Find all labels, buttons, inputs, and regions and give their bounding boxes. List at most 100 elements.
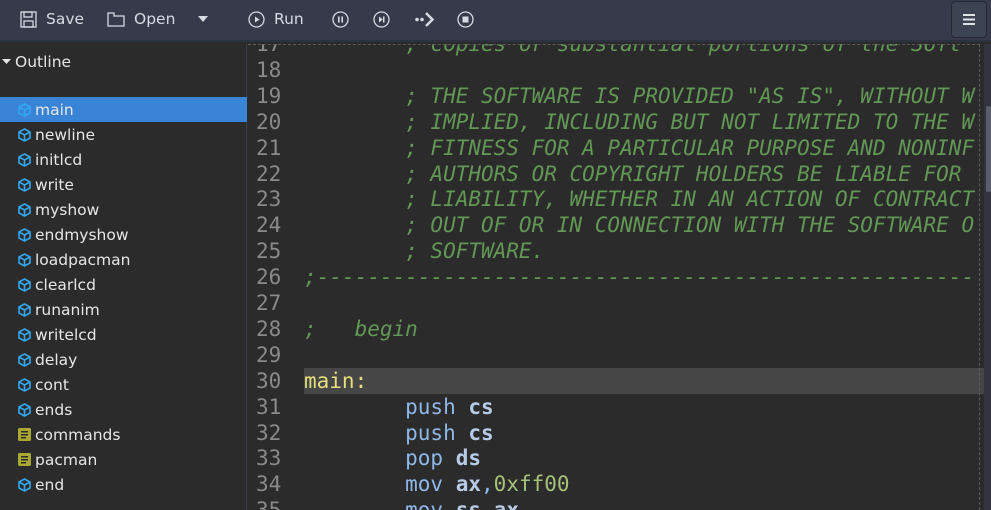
outline-item-label: end: [35, 475, 65, 494]
outline-item[interactable]: pacman: [0, 447, 247, 472]
code-token: ; LIABILITY, WHETHER IN AN ACTION OF CON…: [304, 187, 975, 212]
code-line: 30 main:: [248, 367, 984, 394]
step-over-button[interactable]: [414, 0, 436, 38]
code-token: cs: [468, 394, 494, 419]
save-label: Save: [46, 10, 85, 28]
code-token: mov: [304, 498, 456, 510]
code-token: mov: [304, 472, 456, 497]
outline-item-label: endmyshow: [35, 225, 129, 244]
code-text: ; copies or substantial portions of the …: [304, 44, 961, 57]
cube-icon: [18, 477, 31, 492]
outline-item-label: myshow: [35, 200, 100, 219]
caret-down-icon: [198, 15, 208, 22]
code-line: 32 push cs: [248, 420, 984, 446]
code-token: ; IMPLIED, INCLUDING BUT NOT LIMITED TO …: [304, 109, 975, 134]
outline-item-label: ends: [35, 400, 73, 419]
code-line: 35 mov ss,ax: [248, 497, 984, 510]
code-token: ;---------------------------------------…: [304, 265, 975, 290]
stop-circle-icon: [457, 10, 474, 28]
outline-title: Outline: [15, 53, 72, 71]
line-number: 30: [256, 368, 282, 393]
line-number: 17: [256, 44, 282, 56]
code-line: 18: [248, 57, 984, 83]
step-over-icon: [415, 11, 435, 27]
cube-icon: [18, 352, 31, 367]
outline-item[interactable]: writelcd: [0, 322, 247, 347]
cube-icon: [18, 327, 31, 342]
code-line: 28 ; begin: [248, 316, 984, 342]
outline-item[interactable]: runanim: [0, 297, 247, 322]
pause-circle-icon: [332, 10, 349, 28]
outline-item-label: main: [35, 100, 74, 119]
code-line: 25 ; SOFTWARE.: [248, 238, 984, 264]
code-editor[interactable]: 17 ; copies or substantial portions of t…: [248, 44, 984, 510]
code-text: main:: [304, 367, 984, 394]
line-number: 24: [256, 213, 282, 238]
cube-icon: [18, 252, 31, 267]
stop-button[interactable]: [457, 0, 474, 38]
step-button[interactable]: [373, 0, 390, 38]
outline-item-label: writelcd: [35, 325, 97, 344]
code-token: push: [304, 420, 469, 445]
line-number: 27: [256, 291, 282, 315]
code-text: push cs: [304, 394, 494, 420]
code-text: ; THE SOFTWARE IS PROVIDED "AS IS", WITH…: [304, 83, 974, 109]
code-line: 17 ; copies or substantial portions of t…: [248, 44, 984, 57]
pause-button[interactable]: [332, 0, 349, 38]
folder-icon: [107, 11, 125, 27]
outline-item-label: newline: [35, 125, 96, 144]
outline-item[interactable]: main: [0, 97, 247, 122]
save-icon: [20, 10, 37, 28]
outline-item[interactable]: delay: [0, 347, 247, 372]
outline-item-label: loadpacman: [35, 250, 131, 269]
outline-item[interactable]: cont: [0, 372, 247, 397]
outline-item[interactable]: loadpacman: [0, 247, 247, 272]
code-line: 29: [248, 342, 984, 368]
line-number: 25: [256, 239, 282, 264]
code-line: 23 ; LIABILITY, WHETHER IN AN ACTION OF …: [248, 186, 984, 212]
open-button[interactable]: Open: [107, 0, 175, 38]
line-number: 35: [256, 497, 281, 510]
outline-item[interactable]: clearlcd: [0, 272, 247, 297]
step-forward-icon: [373, 10, 390, 28]
outline-item-label: runanim: [35, 300, 100, 319]
outline-item[interactable]: ends: [0, 397, 247, 422]
outline-item[interactable]: initlcd: [0, 147, 247, 172]
outline-header[interactable]: Outline: [0, 53, 71, 71]
code-token: ax: [494, 498, 519, 510]
code-line: 27: [248, 290, 984, 316]
data-icon: [18, 453, 31, 466]
code-token: cs: [468, 420, 494, 445]
cube-icon: [18, 202, 31, 217]
code-token: ds: [455, 446, 482, 471]
code-token: ; OUT OF OR IN CONNECTION WITH THE SOFTW…: [304, 213, 975, 238]
code-text: pop ds: [304, 445, 481, 471]
scrollbar-thumb[interactable]: [986, 106, 991, 192]
outline-item-label: delay: [35, 350, 78, 369]
run-label: Run: [274, 10, 304, 28]
print-margin: [979, 44, 980, 510]
code-token: ,: [481, 472, 494, 497]
code-token: ; AUTHORS OR COPYRIGHT HOLDERS BE LIABLE…: [304, 161, 962, 186]
caret-down-icon: [2, 58, 11, 64]
run-button[interactable]: Run: [248, 0, 304, 38]
code-text: ; IMPLIED, INCLUDING BUT NOT LIMITED TO …: [304, 109, 974, 135]
code-token: 0xff00: [493, 472, 570, 497]
save-button[interactable]: Save: [20, 0, 84, 38]
outline-item[interactable]: commands: [0, 422, 247, 447]
outline-item-label: initlcd: [35, 150, 83, 169]
line-number: 20: [256, 109, 282, 134]
outline-item[interactable]: endmyshow: [0, 222, 247, 247]
code-line: 26 ;-------------------------------------…: [248, 264, 984, 290]
code-token: ss: [456, 498, 481, 510]
menu-button[interactable]: [951, 1, 987, 38]
outline-item[interactable]: myshow: [0, 197, 247, 222]
outline-item[interactable]: write: [0, 172, 247, 197]
outline-item[interactable]: newline: [0, 122, 247, 147]
code-text: push cs: [304, 420, 494, 446]
outline-item[interactable]: end: [0, 472, 247, 497]
code-token: ,: [481, 498, 494, 510]
code-token: ax: [455, 472, 482, 497]
open-dropdown-button[interactable]: [197, 0, 209, 38]
